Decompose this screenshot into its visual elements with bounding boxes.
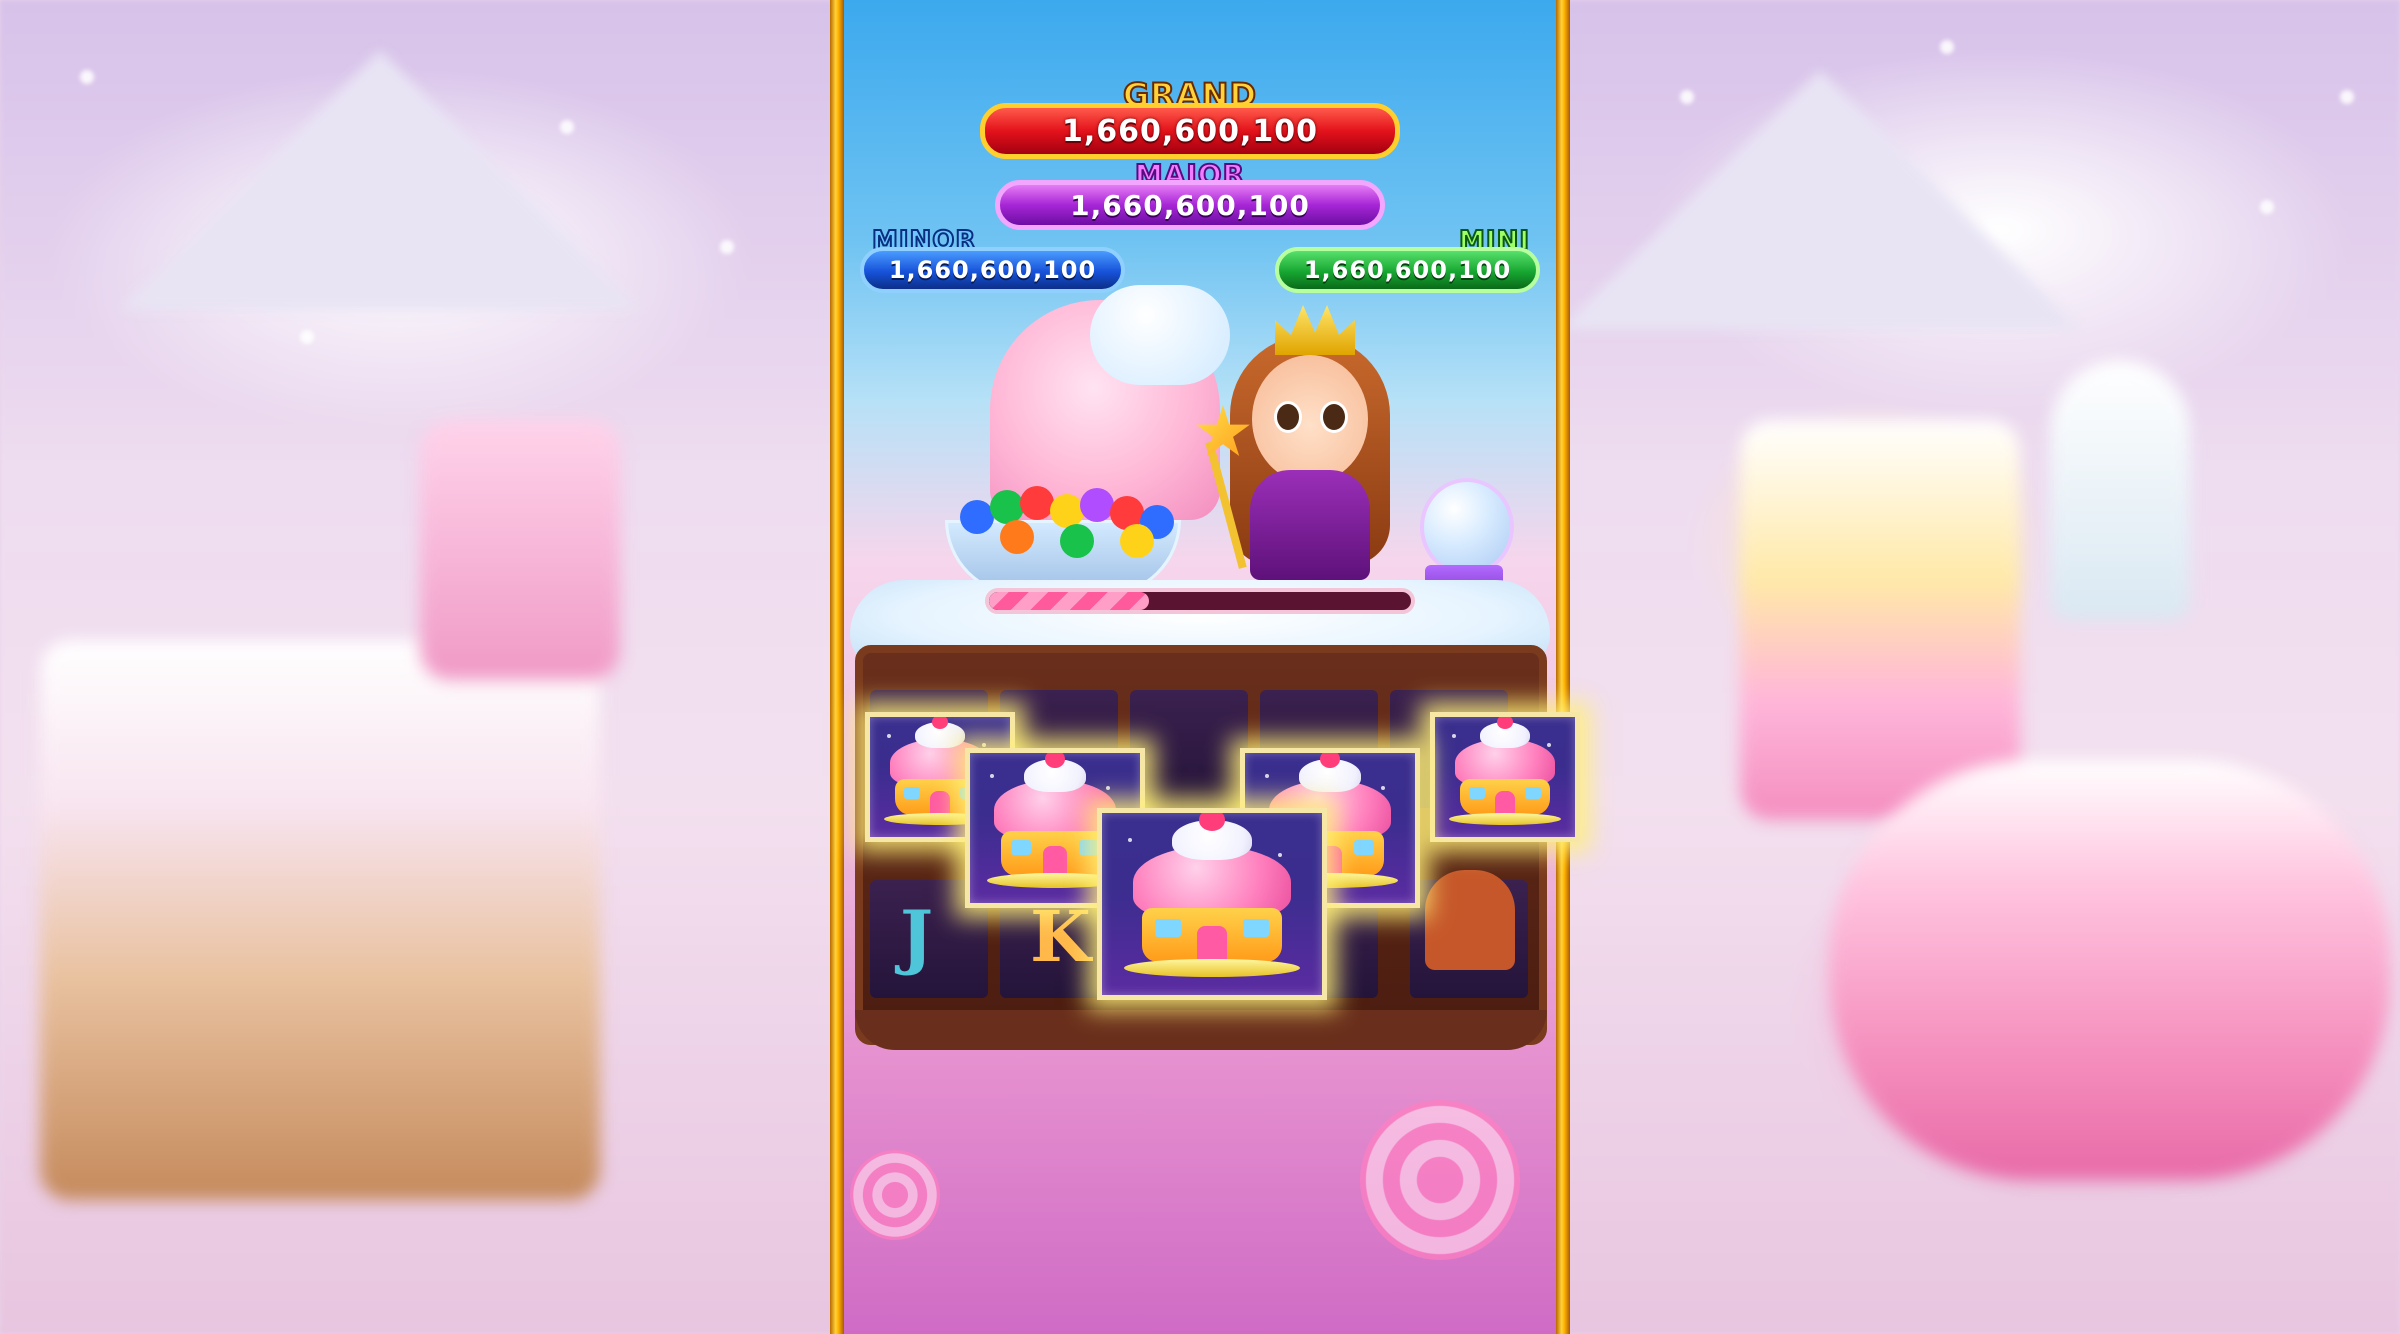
- snowflake: [300, 330, 314, 344]
- cupcake-part: [930, 791, 950, 816]
- snowflake: [1680, 90, 1694, 104]
- cupcake-part: [1106, 786, 1110, 790]
- cupcake-part: [1451, 733, 1456, 738]
- cupcake-part: [886, 733, 891, 738]
- cupcake-part: [1449, 813, 1561, 825]
- cupcake-part: [1495, 791, 1515, 816]
- candy-cloud-decoration: [1090, 285, 1230, 385]
- background-gingerbread-house: [40, 640, 600, 1200]
- cupcake-part: [1010, 840, 1032, 855]
- snowflake: [1940, 40, 1954, 54]
- cupcake-part: [1154, 918, 1182, 937]
- candy-ball: [1060, 524, 1094, 558]
- snowflake: [2260, 200, 2274, 214]
- cupcake-house-symbol: [1430, 712, 1580, 842]
- reel-cell: [1130, 690, 1248, 808]
- cupcake-part: [1043, 846, 1067, 876]
- progress-bar-fill: [989, 592, 1150, 610]
- grand-jackpot-value: 1,660,600,100: [980, 103, 1400, 159]
- cupcake-part: [1468, 786, 1486, 799]
- minor-jackpot-value: 1,660,600,100: [860, 247, 1125, 293]
- background-macaron: [1830, 760, 2390, 1180]
- major-jackpot-value: 1,660,600,100: [995, 180, 1385, 230]
- cupcake-part: [982, 743, 986, 748]
- candy-ball: [1080, 488, 1114, 522]
- cupcake-part: [1242, 918, 1270, 937]
- game-screen: GRAND 1,660,600,100 MAJOR 1,660,600,100 …: [0, 0, 2400, 1334]
- panel-gold-rail-left: [830, 0, 844, 1334]
- cupcake-part: [1265, 774, 1270, 778]
- progress-bar: [985, 588, 1415, 614]
- candy-ball: [990, 490, 1024, 524]
- princess-dress: [1250, 470, 1370, 580]
- cupcake-part: [1524, 786, 1542, 799]
- candy-swirl-decoration: [1360, 1100, 1520, 1260]
- snowflake: [560, 120, 574, 134]
- cupcake-part: [1044, 753, 1066, 768]
- snowflake: [80, 70, 94, 84]
- candy-ball: [960, 500, 994, 534]
- background-cupcake-house: [1740, 420, 2020, 820]
- cupcake-part: [990, 774, 995, 778]
- cupcake-part: [1381, 786, 1385, 790]
- cupcake-part: [1547, 743, 1551, 748]
- princess-eye: [1320, 401, 1348, 433]
- cupcake-part: [1128, 838, 1133, 843]
- candy-swirl-decoration: [850, 1150, 940, 1240]
- gumball-machine: [1420, 478, 1514, 576]
- cupcake-part: [1124, 958, 1300, 977]
- cupcake-part: [1319, 753, 1341, 768]
- cupcake-part: [903, 786, 921, 799]
- snowflake: [2340, 90, 2354, 104]
- cupcake-house-symbol: [1097, 808, 1327, 1000]
- candy-ball: [1020, 486, 1054, 520]
- reel-frame-bottom: [855, 1010, 1547, 1050]
- cupcake-part: [1196, 925, 1228, 963]
- snowflake: [720, 240, 734, 254]
- reel-symbol-j: J: [900, 895, 934, 978]
- cupcake-part: [1353, 840, 1375, 855]
- candy-ball: [1120, 524, 1154, 558]
- princess-eye: [1274, 401, 1302, 433]
- candy-ball: [1000, 520, 1034, 554]
- background-mountain-right: [1560, 70, 2080, 330]
- background-mountain-left: [120, 50, 640, 310]
- candy-ball: [1050, 494, 1084, 528]
- background-candy-tree: [2050, 360, 2190, 620]
- background-pink-tower: [420, 420, 620, 680]
- princess-face: [1252, 355, 1368, 483]
- panel-gold-rail-right: [1556, 0, 1570, 1334]
- gingerbread-man-symbol: [1425, 870, 1515, 970]
- mini-jackpot-value: 1,660,600,100: [1275, 247, 1540, 293]
- cupcake-part: [1278, 853, 1282, 858]
